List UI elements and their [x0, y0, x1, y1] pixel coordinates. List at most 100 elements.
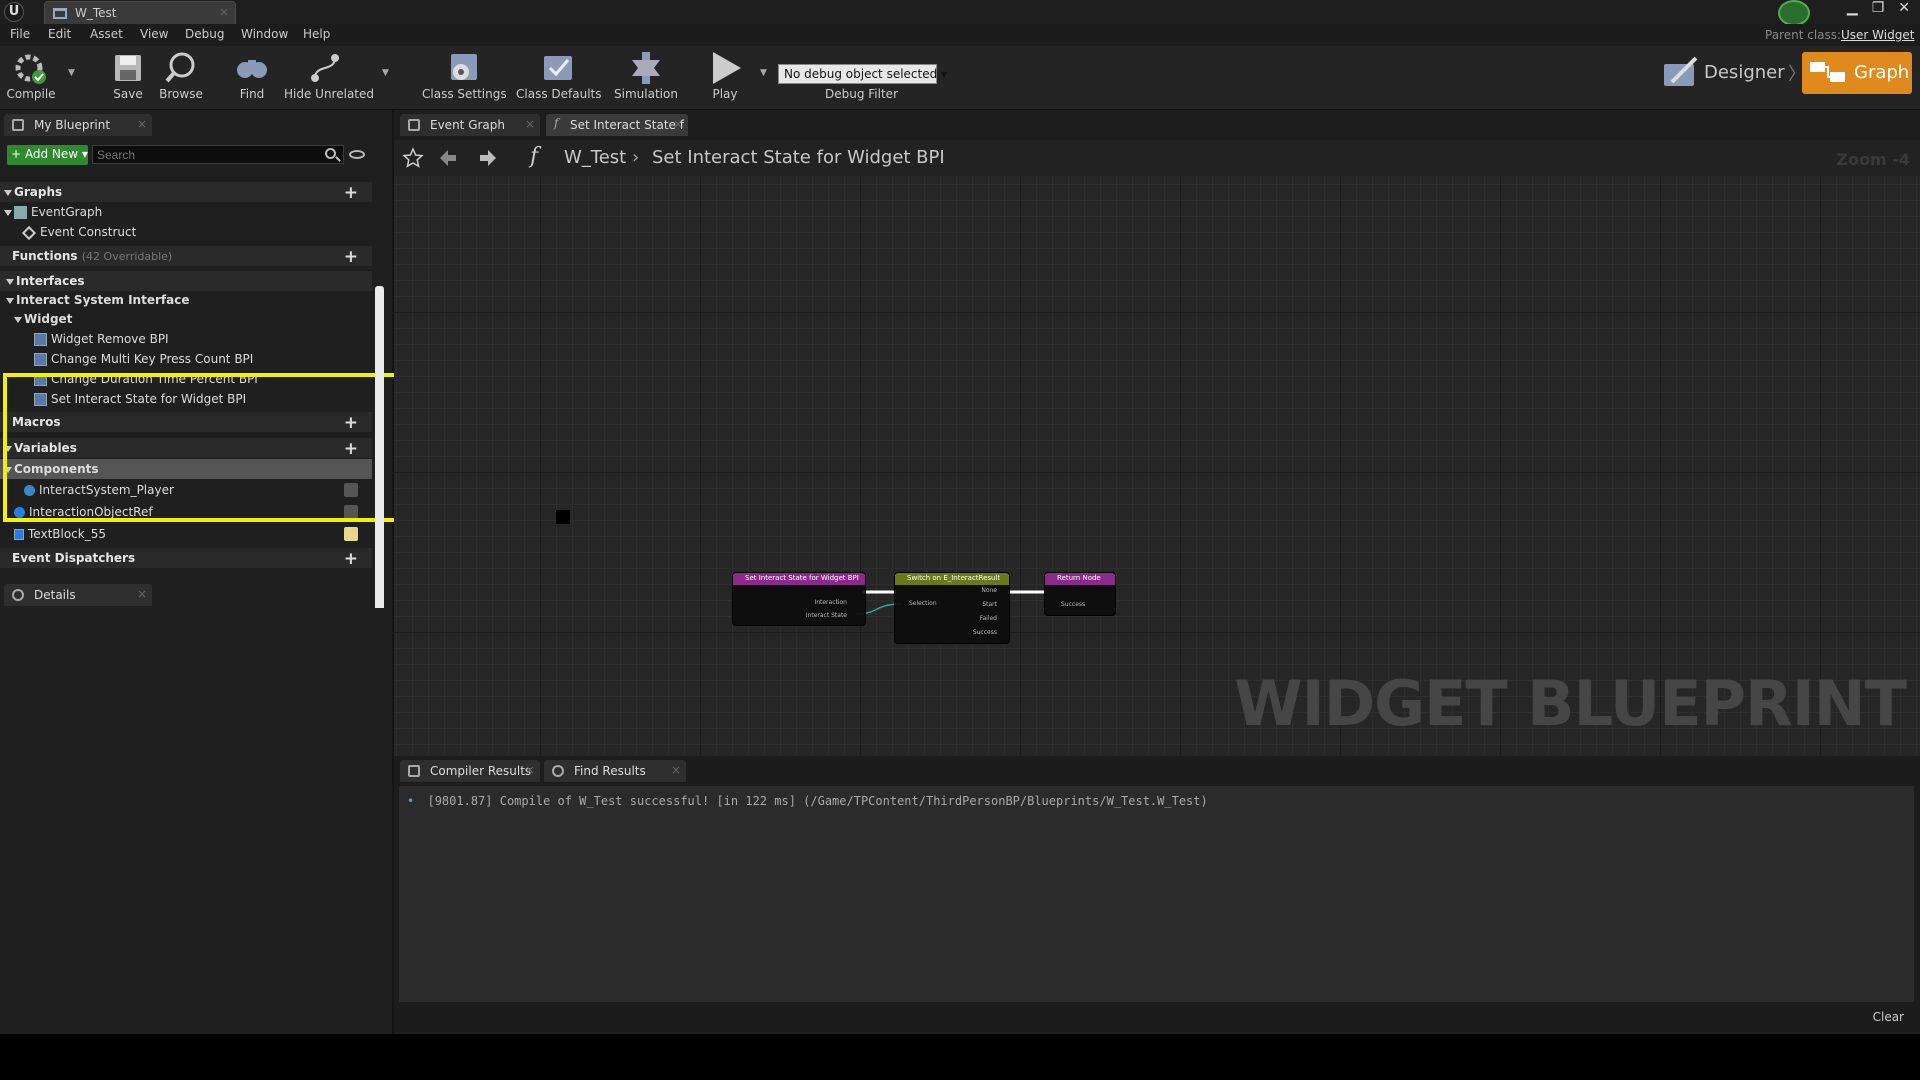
close-tab-icon[interactable]: × — [219, 5, 229, 19]
close-tab-icon[interactable]: × — [671, 763, 681, 777]
parent-class-link[interactable]: User Widget — [1841, 28, 1914, 42]
close-window-icon[interactable]: ✕ — [1898, 0, 1910, 16]
visibility-toggle-icon[interactable] — [344, 483, 358, 497]
graph-mode-button[interactable]: Graph — [1802, 52, 1912, 94]
graph-canvas[interactable]: WIDGET BLUEPRINT Set Interact State for … — [394, 140, 1920, 756]
add-dispatcher-icon[interactable]: + — [344, 549, 358, 569]
tab-event-graph[interactable]: Event Graph × — [400, 114, 540, 136]
tab-find-results[interactable]: Find Results × — [544, 760, 686, 782]
menu-file[interactable]: File — [10, 27, 30, 41]
breadcrumb-function[interactable]: Set Interact State for Widget BPI — [652, 147, 945, 168]
macros-section[interactable]: Macros + — [0, 412, 372, 433]
add-function-icon[interactable]: + — [344, 247, 358, 267]
compile-options-dropdown[interactable]: ▼ — [68, 68, 75, 78]
parent-class-label: Parent class: — [1765, 28, 1842, 42]
add-variable-icon[interactable]: + — [344, 439, 358, 459]
designer-mode-button[interactable]: Designer — [1662, 52, 1786, 94]
return-node[interactable]: Return Node Success — [1044, 572, 1116, 616]
menu-debug[interactable]: Debug — [185, 27, 224, 41]
close-tab-icon[interactable]: × — [525, 117, 535, 131]
tab-compiler-results[interactable]: Compiler Results × — [400, 760, 540, 782]
tree-item-interface-function[interactable]: Set Interact State for Widget BPI — [0, 389, 372, 409]
tree-item-variable[interactable]: InteractionObjectRef — [0, 502, 372, 522]
menu-asset[interactable]: Asset — [90, 27, 123, 41]
browse-button[interactable]: Browse — [158, 50, 204, 108]
class-settings-label: Class Settings — [422, 87, 507, 101]
function-entry-node[interactable]: Set Interact State for Widget BPI Intera… — [732, 572, 866, 626]
functions-section[interactable]: Functions (42 Overridable) + — [0, 246, 372, 267]
tab-function-label: Set Interact State f — [570, 118, 684, 132]
pin-label: Success — [972, 629, 997, 636]
breadcrumb-blueprint[interactable]: W_Test — [564, 147, 626, 168]
save-button[interactable]: Save — [108, 50, 148, 108]
debug-filter-label: Debug Filter — [825, 87, 898, 101]
hide-unrelated-dropdown[interactable]: ▼ — [382, 68, 389, 78]
widget-category-label: Widget — [24, 312, 73, 326]
hide-unrelated-button[interactable]: Hide Unrelated — [284, 50, 374, 108]
hide-unrelated-icon — [311, 54, 339, 82]
compile-icon — [15, 54, 46, 84]
simulation-button[interactable]: Simulation — [612, 50, 680, 108]
tree-item-event-construct[interactable]: Event Construct — [0, 222, 372, 242]
clear-button[interactable]: Clear — [1873, 1010, 1904, 1024]
visibility-toggle-icon[interactable] — [344, 505, 358, 519]
event-dispatchers-section[interactable]: Event Dispatchers + — [0, 548, 372, 569]
search-input[interactable] — [92, 145, 344, 164]
widget-blueprint-icon — [53, 8, 67, 19]
eye-icon[interactable] — [344, 527, 358, 541]
pin-label: None — [981, 587, 997, 594]
tree-item-components[interactable]: Components — [0, 459, 372, 479]
interfaces-label: Interfaces — [16, 274, 85, 288]
menu-window[interactable]: Window — [241, 27, 288, 41]
play-options-dropdown[interactable]: ▼ — [760, 68, 767, 78]
close-tab-icon[interactable]: × — [137, 587, 147, 601]
add-macro-icon[interactable]: + — [344, 413, 358, 433]
restore-icon[interactable]: ❐ — [1872, 0, 1885, 16]
debug-object-select[interactable]: No debug object selected ▾ — [778, 64, 947, 84]
my-blueprint-tab[interactable]: My Blueprint × — [4, 114, 152, 136]
forward-arrow-icon[interactable] — [478, 148, 498, 168]
minimize-icon[interactable]: ▁ — [1847, 0, 1858, 16]
switch-node[interactable]: Switch on E_InteractResult Selection Non… — [894, 572, 1010, 644]
close-tab-icon[interactable]: × — [673, 117, 683, 131]
class-settings-button[interactable]: Class Settings — [422, 50, 507, 108]
add-new-button[interactable]: + Add New ▾ — [7, 145, 88, 165]
play-button[interactable]: Play — [700, 50, 750, 108]
interface-function-label: Change Duration Time Percent BPI — [51, 372, 258, 386]
tree-item-interface-function[interactable]: Widget Remove BPI — [0, 329, 372, 349]
find-label: Find — [239, 87, 265, 101]
compile-button[interactable]: Compile — [6, 50, 56, 108]
variables-section[interactable]: Variables + — [0, 438, 372, 459]
graphs-section[interactable]: Graphs + — [0, 182, 372, 203]
view-options-icon[interactable] — [349, 150, 365, 159]
add-new-label: Add New — [24, 147, 79, 161]
tree-item-interface-function[interactable]: Change Multi Key Press Count BPI — [0, 349, 372, 369]
tab-set-interact-state[interactable]: f Set Interact State f × — [546, 114, 688, 136]
close-tab-icon[interactable]: × — [525, 763, 535, 777]
menu-help[interactable]: Help — [303, 27, 330, 41]
tree-item-widget-category[interactable]: Widget — [0, 309, 372, 329]
tree-item-eventgraph[interactable]: EventGraph — [0, 202, 372, 222]
add-graph-icon[interactable]: + — [344, 183, 358, 203]
tree-item-variable[interactable]: TextBlock_55 — [0, 524, 372, 544]
pin-label: Success — [1061, 601, 1086, 608]
tree-item-variable[interactable]: InteractSystem_Player — [0, 480, 372, 500]
graph-breadcrumb-bar: f W_Test › Set Interact State for Widget… — [394, 140, 1920, 176]
menu-edit[interactable]: Edit — [48, 27, 71, 41]
find-button[interactable]: Find — [232, 50, 272, 108]
pin-label: Failed — [979, 615, 997, 622]
variable-label: InteractionObjectRef — [29, 505, 153, 519]
tree-item-interact-system-interface[interactable]: Interact System Interface — [0, 290, 372, 310]
document-tab-w-test[interactable]: W_Test × — [44, 1, 236, 24]
tree-item-interface-function[interactable]: Change Duration Time Percent BPI — [0, 369, 372, 389]
source-control-icon[interactable] — [1778, 0, 1810, 26]
favorite-star-icon[interactable] — [402, 147, 424, 169]
menu-view[interactable]: View — [140, 27, 168, 41]
back-arrow-icon[interactable] — [438, 148, 458, 168]
function-icon — [34, 393, 47, 406]
details-tab[interactable]: Details × — [4, 584, 152, 606]
close-tab-icon[interactable]: × — [137, 117, 147, 131]
save-label: Save — [113, 87, 143, 101]
interfaces-section[interactable]: Interfaces — [0, 271, 372, 291]
class-defaults-button[interactable]: Class Defaults — [516, 50, 601, 108]
